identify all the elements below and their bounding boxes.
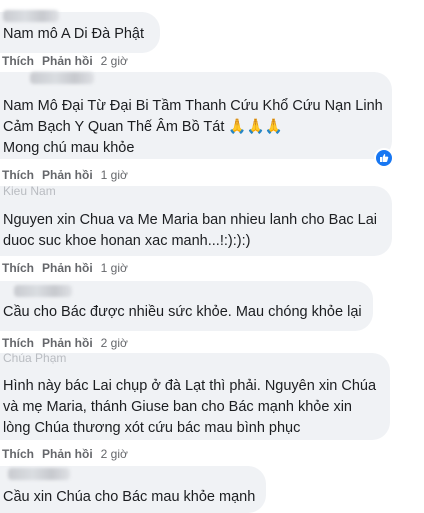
comment-bubble: Cầu cho Bác được nhiều sức khỏe. Mau chó… xyxy=(0,281,373,331)
comment-bubble: Nam mô A Di Đà Phật xyxy=(0,10,160,53)
reply-link[interactable]: Phản hồi xyxy=(42,336,93,350)
like-link[interactable]: Thích xyxy=(2,261,34,275)
author-name-blurred[interactable] xyxy=(30,72,94,84)
comment-line: lòng Chúa thương xót cứu bác mau bình ph… xyxy=(3,420,301,436)
author-name-blurred[interactable] xyxy=(14,285,72,297)
comment-line: Nam Mô Đại Từ Đại Bi Tầm Thanh Cứu Khổ C… xyxy=(3,98,383,114)
comment-line: duoc suc khoe honan xac manh...!:):):) xyxy=(3,233,251,249)
like-link[interactable]: Thích xyxy=(2,54,34,68)
comment-actions: Thích Phản hồi 1 giờ xyxy=(2,168,128,182)
like-icon[interactable] xyxy=(374,148,394,168)
comment-actions: Thích Phản hồi 2 giờ xyxy=(2,447,128,461)
comment-time[interactable]: 2 giờ xyxy=(101,336,128,350)
comment-line: Hình này bác Lai chụp ở đà Lạt thì phải.… xyxy=(3,378,377,394)
comment-text: Cầu cho Bác được nhiều sức khỏe. Mau chó… xyxy=(3,302,362,323)
comment-actions: Thích Phản hồi 2 giờ xyxy=(2,54,128,68)
reply-link[interactable]: Phản hồi xyxy=(42,447,93,461)
comment-line: Cầu cho Bác được nhiều sức khỏe. Mau chó… xyxy=(3,304,362,320)
comment-time[interactable]: 1 giờ xyxy=(101,261,128,275)
comment-text: Nam mô A Di Đà Phật xyxy=(3,24,144,45)
reply-link[interactable]: Phản hồi xyxy=(42,168,93,182)
comment-line: Cầu xin Chúa cho Bác mau khỏe mạnh xyxy=(3,489,256,505)
comment-line: Nguyen xin Chua va Me Maria ban nhieu la… xyxy=(3,212,378,228)
like-link[interactable]: Thích xyxy=(2,447,34,461)
comment-actions: Thích Phản hồi 1 giờ xyxy=(2,261,128,275)
comment-text: Hình này bác Lai chụp ở đà Lạt thì phải.… xyxy=(3,376,376,439)
comment-time[interactable]: 2 giờ xyxy=(101,54,128,68)
reply-link[interactable]: Phản hồi xyxy=(42,261,93,275)
author-name-blurred[interactable] xyxy=(3,10,59,22)
comment-bubble: Chúa Phạm Hình này bác Lai chụp ở đà Lạt… xyxy=(0,352,390,440)
comment-text: Nam Mô Đại Từ Đại Bi Tầm Thanh Cứu Khổ C… xyxy=(3,96,383,159)
comment-line: Cảm Bạch Y Quan Thế Âm Bồ Tát 🙏🙏🙏 xyxy=(3,119,283,135)
comment-bubble: Kieu Nam Nguyen xin Chua va Me Maria ban… xyxy=(0,185,392,256)
comment-bubble: Cầu xin Chúa cho Bác mau khỏe mạnh xyxy=(0,466,266,513)
comment-time[interactable]: 1 giờ xyxy=(101,168,128,182)
comment-time[interactable]: 2 giờ xyxy=(101,447,128,461)
comment-bubble: Nam Mô Đại Từ Đại Bi Tầm Thanh Cứu Khổ C… xyxy=(0,72,394,168)
comment-text: Cầu xin Chúa cho Bác mau khỏe mạnh xyxy=(3,487,255,508)
author-name[interactable]: Kieu Nam xyxy=(3,185,56,197)
comment-line: Mong chú mau khỏe xyxy=(3,140,135,156)
author-name-blurred[interactable] xyxy=(8,468,70,480)
comment-text: Nguyen xin Chua va Me Maria ban nhieu la… xyxy=(3,210,377,252)
reply-link[interactable]: Phản hồi xyxy=(42,54,93,68)
like-link[interactable]: Thích xyxy=(2,336,34,350)
comment-actions: Thích Phản hồi 2 giờ xyxy=(2,336,128,350)
like-link[interactable]: Thích xyxy=(2,168,34,182)
author-name[interactable]: Chúa Phạm xyxy=(3,352,66,364)
comment-line: Nam mô A Di Đà Phật xyxy=(3,26,145,42)
comment-line: và mẹ Maria, thánh Giuse ban cho Bác mạn… xyxy=(3,399,352,415)
